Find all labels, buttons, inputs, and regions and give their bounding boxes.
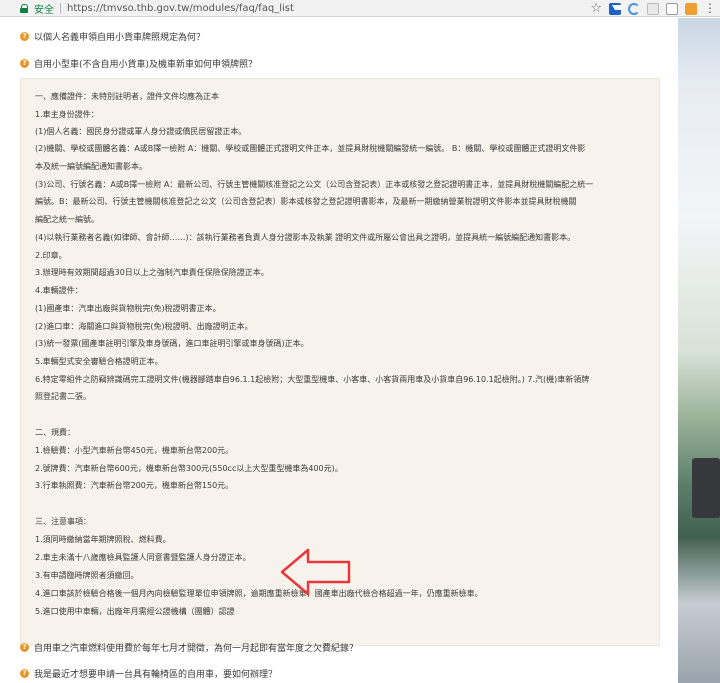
address-bar[interactable]: 安全 https://tmvso.thb.gov.tw/modules/faq/… (0, 0, 720, 17)
faq-question-3[interactable]: ? 自用車之汽車燃料使用費於每年七月才開徵，為何一月起即有當年度之欠費紀錄？ (20, 641, 358, 654)
answer-line: 2.印章。 (35, 251, 67, 260)
divider (60, 2, 61, 14)
answer-line: 一、應備證件：未特別註明者，證件文件均應為正本 (35, 92, 219, 101)
answer-line: 3.行車執照費：汽車新台幣200元，機車新台幣150元。 (35, 481, 234, 490)
answer-line: 照登記書二張。 (35, 392, 91, 401)
answer-line: 2.號牌費：汽車新台幣600元，機車新台幣300元(550cc以上大型重型機車為… (35, 464, 343, 473)
menu-icon[interactable]: ⋮ (704, 1, 716, 16)
question-icon: ? (20, 59, 29, 68)
red-arrow-annotation (280, 548, 351, 596)
answer-line: (2)進口車：海關進口與貨物稅完(免)稅證明、出廠證明正本。 (35, 322, 253, 331)
answer-line: 4.車輛證件： (35, 286, 83, 295)
question-text[interactable]: 自用小型車(不含自用小貨車)及機車新車如何申領牌照？ (34, 57, 257, 70)
answer-line: 1.須同時繳納當年期牌照稅、燃料費。 (35, 535, 171, 544)
answer-line: 三、注意事項： (35, 517, 91, 526)
star-icon[interactable]: ☆ (590, 1, 602, 16)
answer-line: 1.車主身份證件： (35, 110, 99, 119)
cat-extension-icon[interactable] (666, 2, 678, 15)
answer-line: 5.進口使用中車輛，出廠年月需經公證機構（團體）認證 (35, 607, 235, 616)
toolbar: ☆ ⋮ (590, 1, 716, 16)
faq-question-1[interactable]: ? 以個人名義申領自用小貨車牌照規定為何？ (20, 30, 205, 43)
loading-icon[interactable] (628, 2, 640, 15)
answer-line: (1)個人名義：國民身分證或軍人身分證或僑民居留證正本。 (35, 127, 247, 136)
download-extension-icon[interactable] (609, 2, 624, 15)
answer-line: (3)公司、行號名義：A或B擇一檢附 A：最新公司、行號主管機關核准登記之公文（… (35, 180, 594, 189)
answer-line: 編配之統一編號。 (35, 215, 99, 224)
answer-line: 6.特定零組件之防竊辨識碼完工證明文件(機器腳踏車自96.1.1起檢附；大型重型… (35, 375, 590, 384)
background-photo (678, 18, 720, 683)
question-text[interactable]: 自用車之汽車燃料使用費於每年七月才開徵，為何一月起即有當年度之欠費紀錄？ (34, 641, 358, 654)
answer-line: 二、規費： (35, 428, 75, 437)
extension-icon[interactable] (647, 2, 659, 15)
answer-line: (3)統一發票(國產車註明引擎及車身號碼，進口車註明引擎或車身號碼)正本。 (35, 339, 309, 348)
answer-line: 編號。B：最新公司、行號主管機關核准登記之公文（公司含登記表）影本或核發之登記證… (35, 197, 577, 206)
question-icon: ? (20, 32, 29, 41)
answer-line: (4)以執行業務者名義(如律師、會計師……)：該執行業務者負責人身分證影本及執業… (35, 233, 576, 242)
answer-line: 3.辦理時有效期間超過30日以上之強制汽車責任保險保險證正本。 (35, 268, 269, 277)
answer-line: 5.車輛型式安全審驗合格證明正本。 (35, 357, 163, 366)
question-icon: ? (20, 643, 29, 652)
lock-icon (20, 3, 29, 13)
question-text[interactable]: 我是最近才想要申請一台具有輪椅區的自用車，要如何辦理？ (34, 667, 277, 680)
answer-line: 本及統一編號編配通知書影本。 (35, 162, 147, 171)
faq-question-4[interactable]: ? 我是最近才想要申請一台具有輪椅區的自用車，要如何辦理？ (20, 667, 277, 680)
url-text[interactable]: https://tmvso.thb.gov.tw/modules/faq/faq… (67, 3, 294, 14)
orange-extension-icon[interactable] (685, 2, 697, 15)
secure-label: 安全 (34, 4, 54, 16)
faq-question-2[interactable]: ? 自用小型車(不含自用小貨車)及機車新車如何申領牌照？ (20, 57, 257, 70)
question-icon: ? (20, 669, 29, 678)
answer-line: (1)國產車：汽車出廠與貨物稅完(免)稅證明書正本。 (35, 304, 221, 313)
answer-line: (2)機關、學校或團體名義：A或B擇一檢附 A：機關、學校或團體正式證明文件正本… (35, 144, 586, 153)
answer-line: 1.檢驗費：小型汽車新台幣450元，機車新台幣200元。 (35, 446, 234, 455)
question-text[interactable]: 以個人名義申領自用小貨車牌照規定為何？ (34, 30, 205, 43)
faq-page: ? 以個人名義申領自用小貨車牌照規定為何？ ? 自用小型車(不含自用小貨車)及機… (0, 18, 720, 683)
